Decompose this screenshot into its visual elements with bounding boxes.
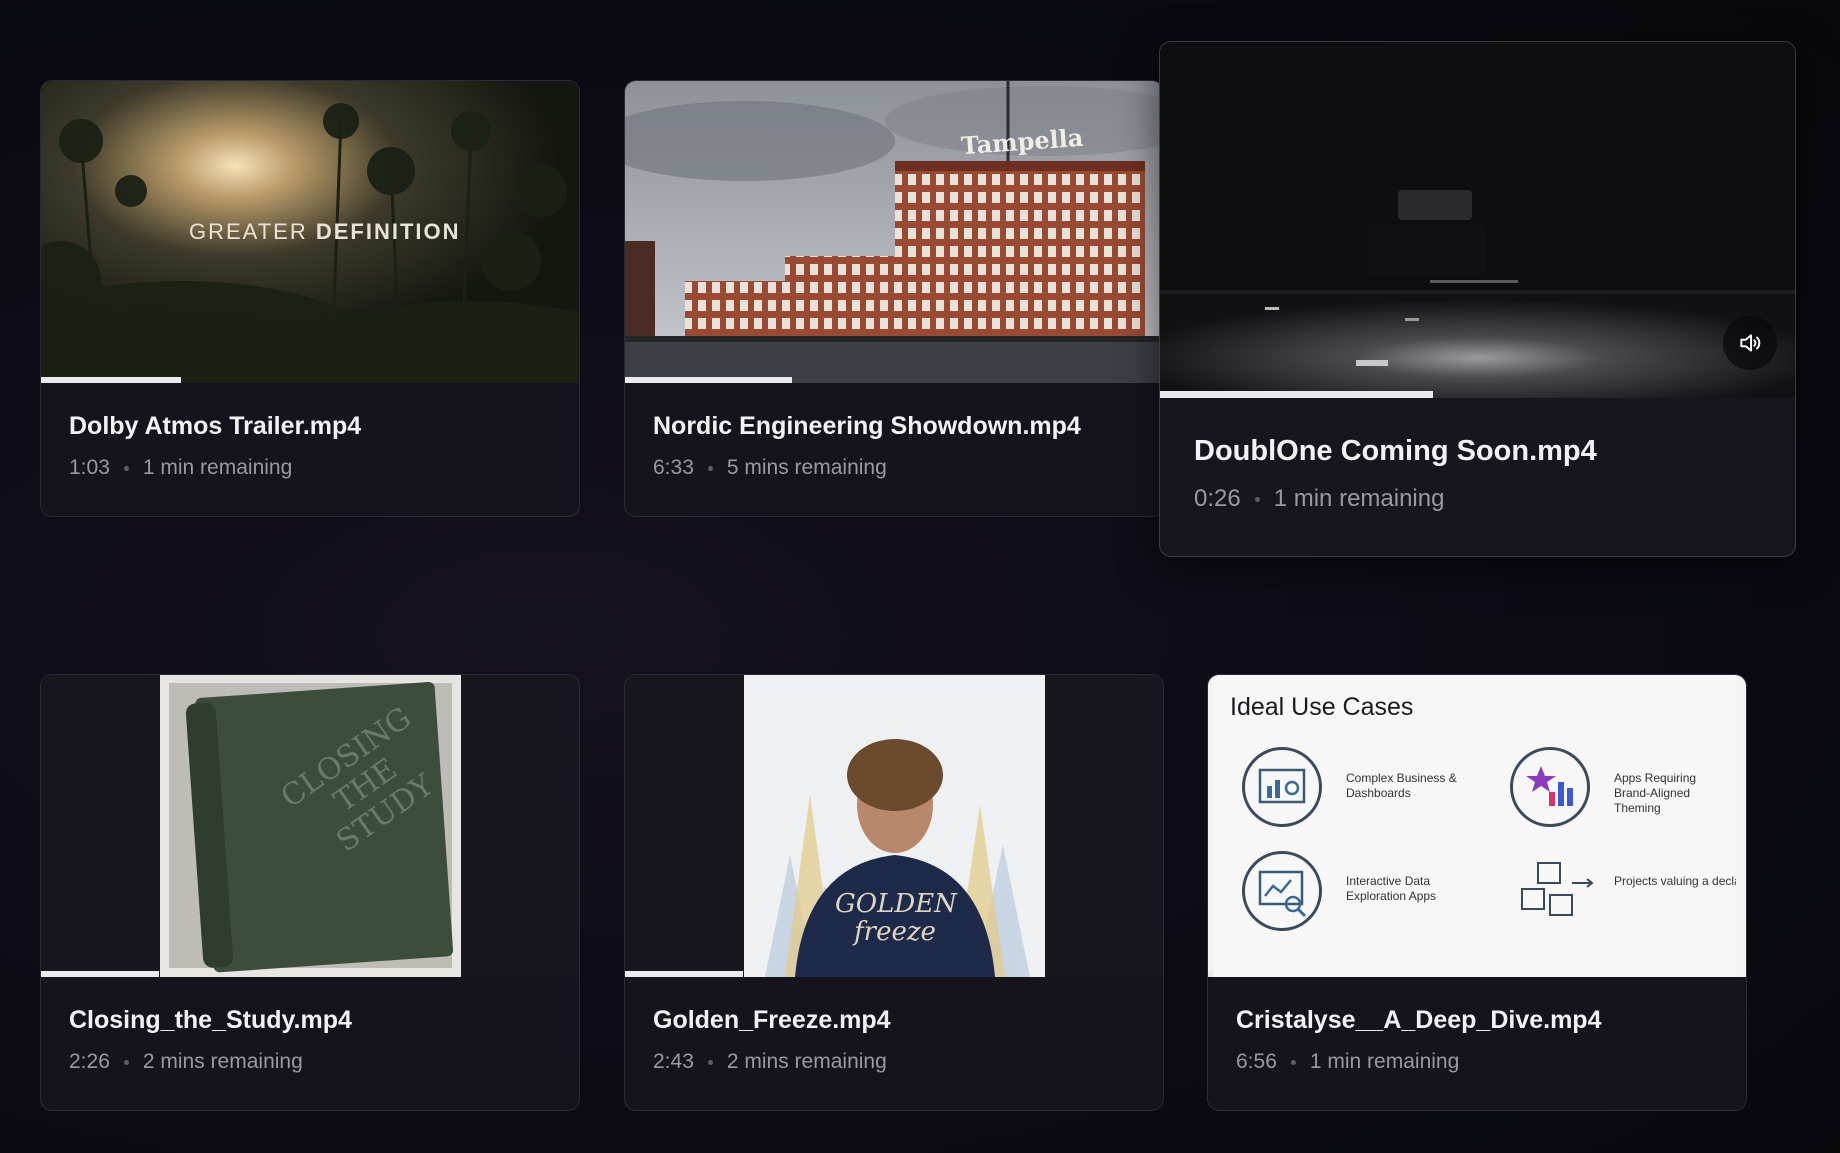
separator-dot [123,465,129,471]
video-duration: 0:26 [1194,485,1241,512]
video-info: Nordic Engineering Showdown.mp4 6:33 5 m… [625,383,1163,481]
hoodie-print-text: GOLDEN freeze [835,889,957,947]
video-duration: 6:56 [1236,1050,1277,1073]
slide-heading: Ideal Use Cases [1230,693,1414,721]
video-meta: 1:03 1 min remaining [69,455,551,481]
separator-dot [123,1059,129,1065]
slide-preview: Ideal Use Cases Complex Business & Dashb… [1214,675,1736,977]
time-remaining: 2 mins remaining [726,1050,887,1073]
use-case-icon [1510,747,1590,827]
watch-progress-bar [1208,971,1214,977]
video-meta: 6:33 5 mins remaining [653,455,1135,481]
time-remaining: 1 min remaining [1273,485,1445,512]
mute-toggle-button[interactable] [1723,316,1777,370]
video-duration: 1:03 [69,456,110,479]
video-card-dolby[interactable]: GREATER DEFINITION Dolby Atmos Trailer.m… [40,80,580,517]
separator-dot [1290,1059,1296,1065]
watch-progress-bar [41,377,181,383]
video-duration: 6:33 [653,456,694,479]
use-case-label: Projects valuing a declarative, systemat… [1614,874,1736,888]
time-remaining: 2 mins remaining [142,1050,303,1073]
watch-progress-bar [625,377,792,383]
video-thumbnail[interactable]: Tampella [625,81,1163,383]
watch-progress-bar [625,971,744,977]
video-info: Dolby Atmos Trailer.mp4 1:03 1 min remai… [41,383,579,481]
use-case-label: Interactive Data Exploration Apps [1346,874,1437,903]
video-title[interactable]: Golden_Freeze.mp4 [653,1005,1135,1035]
use-case-icon [1242,747,1322,827]
video-card-golden-freeze[interactable]: GOLDEN freeze Golden_Freeze.mp4 2:43 2 m… [624,674,1164,1111]
video-card-cristalyse[interactable]: Ideal Use Cases Complex Business & Dashb… [1207,674,1747,1111]
watch-progress-bar [1160,391,1434,398]
dashboard-icon [1258,768,1306,804]
data-exploration-icon [1258,870,1307,918]
use-case-icon [1510,855,1600,935]
separator-dot [707,465,713,471]
video-title[interactable]: Dolby Atmos Trailer.mp4 [69,411,551,441]
video-info: Closing_the_Study.mp4 2:26 2 mins remain… [41,977,579,1075]
speaker-icon [1740,334,1761,352]
use-case-icon [1242,851,1322,931]
thumbnail-caption: GREATER DEFINITION [189,219,461,244]
video-duration: 2:43 [653,1050,694,1073]
use-case-label: Complex Business & Dashboards [1346,771,1457,800]
video-meta: 6:56 1 min remaining [1236,1049,1718,1075]
separator-dot [707,1059,713,1065]
video-duration: 2:26 [69,1050,110,1073]
video-thumbnail[interactable]: GOLDEN freeze [625,675,1163,977]
time-remaining: 1 min remaining [1309,1050,1460,1073]
video-grid: GREATER DEFINITION Dolby Atmos Trailer.m… [0,0,1840,1153]
video-card-nordic[interactable]: Tampella Nordic Engineering Showdown.mp4… [624,80,1164,517]
video-preview[interactable] [1160,42,1795,398]
video-meta: 2:43 2 mins remaining [653,1049,1135,1075]
video-meta: 2:26 2 mins remaining [69,1049,551,1075]
video-info: Cristalyse__A_Deep_Dive.mp4 6:56 1 min r… [1208,977,1746,1075]
video-meta: 0:26 1 min remaining [1194,486,1761,512]
video-title[interactable]: Nordic Engineering Showdown.mp4 [653,411,1135,441]
video-title[interactable]: Cristalyse__A_Deep_Dive.mp4 [1236,1005,1718,1035]
preview-image [1160,42,1795,398]
time-remaining: 5 mins remaining [726,456,887,479]
time-remaining: 1 min remaining [142,456,293,479]
video-card-doublone[interactable]: DoublOne Coming Soon.mp4 0:26 1 min rema… [1159,41,1796,557]
cubes-icon [1521,862,1594,916]
use-case-label: Apps Requiring Brand-Aligned Theming [1614,771,1697,815]
video-info: Golden_Freeze.mp4 2:43 2 mins remaining [625,977,1163,1075]
video-thumbnail[interactable]: Ideal Use Cases Complex Business & Dashb… [1208,675,1746,977]
video-card-closing-study[interactable]: CLOSING THE STUDY Closing_the_Study.mp4 … [40,674,580,1111]
watch-progress-bar [41,971,160,977]
video-thumbnail[interactable]: CLOSING THE STUDY [41,675,579,977]
video-info: DoublOne Coming Soon.mp4 0:26 1 min rema… [1160,398,1795,512]
video-thumbnail[interactable]: GREATER DEFINITION [41,81,579,383]
video-title[interactable]: Closing_the_Study.mp4 [69,1005,551,1035]
brand-chart-icon [1526,766,1573,806]
video-title[interactable]: DoublOne Coming Soon.mp4 [1194,434,1761,468]
separator-dot [1254,496,1260,502]
